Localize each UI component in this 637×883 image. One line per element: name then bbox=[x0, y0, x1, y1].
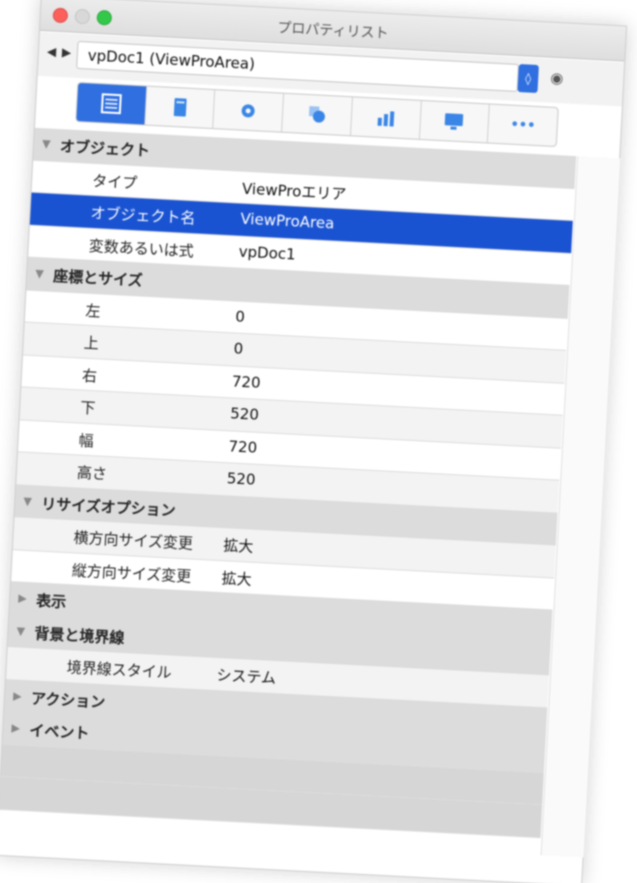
tab-settings[interactable] bbox=[213, 90, 285, 132]
property-label: 縦方向サイズ変更 bbox=[71, 560, 192, 586]
disclosure-expanded-icon[interactable]: ▼ bbox=[23, 494, 32, 507]
property-value[interactable]: ViewProArea bbox=[240, 210, 335, 233]
object-selector-dropdown-button[interactable]: ◊ bbox=[517, 64, 539, 94]
more-icon: ••• bbox=[510, 117, 536, 134]
property-list-window: プロパティリスト ◀ ▶ vpDoc1 (ViewProArea) ◊ ◉ ••… bbox=[0, 0, 628, 883]
property-value[interactable]: 720 bbox=[232, 372, 262, 391]
section-title: 座標とサイズ bbox=[52, 266, 144, 290]
property-value[interactable]: 0 bbox=[233, 339, 243, 357]
property-value[interactable]: 520 bbox=[230, 404, 260, 423]
disclosure-expanded-icon[interactable]: ▼ bbox=[35, 267, 44, 280]
property-label: 下 bbox=[79, 398, 96, 418]
section-title: オブジェクト bbox=[59, 137, 151, 160]
chart-icon bbox=[377, 111, 395, 127]
section-title: アクション bbox=[30, 688, 106, 711]
gear-icon bbox=[241, 104, 255, 118]
tab-shape[interactable] bbox=[282, 93, 353, 136]
property-label: 境界線スタイル bbox=[66, 658, 173, 682]
monitor-icon bbox=[445, 113, 464, 130]
property-label: 上 bbox=[83, 333, 100, 353]
property-label: 変数あるいは式 bbox=[88, 236, 195, 260]
disclosure-collapsed-icon[interactable]: ▶ bbox=[18, 592, 27, 605]
property-value[interactable]: vpDoc1 bbox=[238, 242, 296, 263]
disclosure-expanded-icon[interactable]: ▼ bbox=[16, 624, 25, 637]
tab-more[interactable]: ••• bbox=[488, 105, 558, 146]
prev-next-arrows-icon[interactable]: ◀ ▶ bbox=[47, 44, 73, 59]
tab-list[interactable] bbox=[76, 82, 147, 125]
tab-document[interactable] bbox=[144, 86, 216, 129]
property-label: タイプ bbox=[91, 171, 138, 192]
tab-display[interactable] bbox=[419, 100, 491, 143]
section-title: リサイズオプション bbox=[40, 494, 177, 520]
list-icon bbox=[100, 93, 122, 115]
property-label: 横方向サイズ変更 bbox=[73, 528, 194, 553]
property-label: 左 bbox=[85, 301, 101, 320]
disclosure-collapsed-icon[interactable]: ▶ bbox=[13, 689, 22, 702]
tab-chart[interactable] bbox=[350, 97, 422, 139]
property-grid: ▼ オブジェクト タイプ ViewProエリア オブジェクト名 ViewProA… bbox=[0, 127, 597, 838]
property-value[interactable]: 0 bbox=[235, 307, 245, 325]
property-label: 幅 bbox=[78, 430, 95, 450]
property-value[interactable]: システム bbox=[216, 664, 277, 688]
property-label: 高さ bbox=[76, 463, 108, 483]
section-title: イベント bbox=[28, 721, 90, 743]
section-title: 表示 bbox=[35, 591, 67, 612]
property-value[interactable]: 520 bbox=[226, 469, 256, 488]
section-title: 背景と境界線 bbox=[34, 623, 125, 647]
property-label: 右 bbox=[81, 366, 98, 385]
screen: プロパティリスト ◀ ▶ vpDoc1 (ViewProArea) ◊ ◉ ••… bbox=[0, 0, 637, 883]
property-label: オブジェクト名 bbox=[90, 203, 196, 228]
property-value: ViewProエリア bbox=[241, 179, 347, 203]
shape-icon bbox=[308, 106, 325, 123]
object-selector-value: vpDoc1 (ViewProArea) bbox=[87, 46, 256, 74]
disclosure-expanded-icon[interactable]: ▼ bbox=[42, 137, 51, 150]
property-value[interactable]: 拡大 bbox=[221, 567, 252, 590]
document-icon bbox=[173, 98, 187, 117]
property-value[interactable]: 720 bbox=[228, 437, 258, 456]
eye-icon[interactable]: ◉ bbox=[550, 69, 564, 88]
property-value[interactable]: 拡大 bbox=[223, 534, 254, 557]
disclosure-collapsed-icon[interactable]: ▶ bbox=[11, 721, 20, 734]
